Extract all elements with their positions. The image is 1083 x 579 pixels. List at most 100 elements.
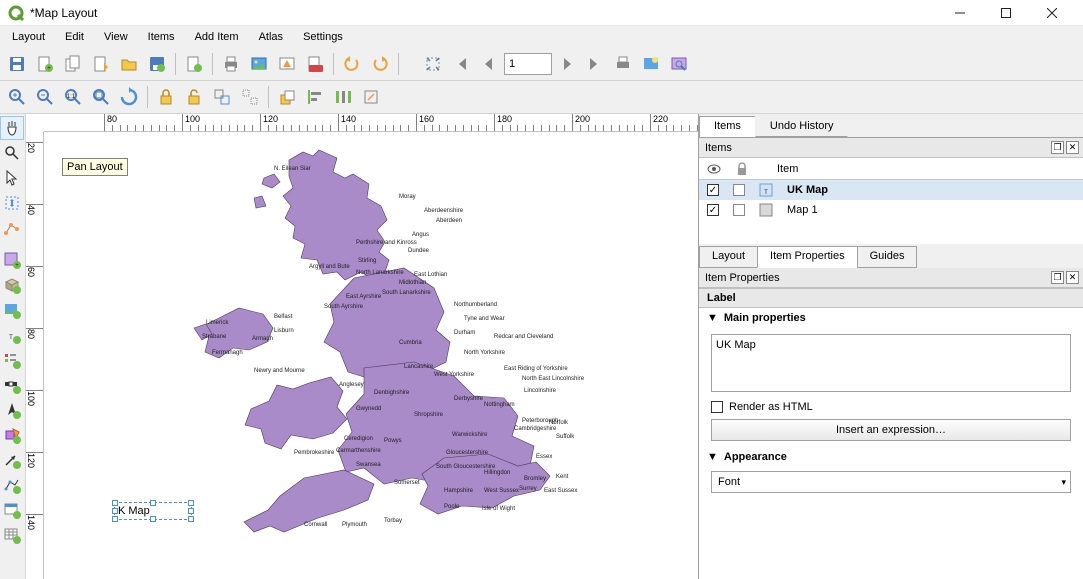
lock-checkbox[interactable] xyxy=(733,204,745,216)
add-north-arrow-tool[interactable] xyxy=(0,398,24,422)
menu-edit[interactable]: Edit xyxy=(57,29,92,45)
print-button[interactable] xyxy=(218,51,244,77)
menu-items[interactable]: Items xyxy=(140,29,183,45)
appearance-group[interactable]: ▼ Appearance xyxy=(699,447,1083,467)
redo-button[interactable] xyxy=(367,51,393,77)
label-text-input[interactable] xyxy=(711,334,1071,392)
visibility-checkbox[interactable]: ✓ xyxy=(707,184,719,196)
undock-icon[interactable]: ❐ xyxy=(1051,141,1064,154)
tab-guides[interactable]: Guides xyxy=(857,246,918,268)
zoom-full-button[interactable] xyxy=(88,84,114,110)
vertical-ruler: 20406080100120140 xyxy=(26,132,44,579)
edit-nodes-tool[interactable] xyxy=(0,216,24,240)
region-label: East Riding of Yorkshire xyxy=(504,366,568,372)
tab-layout[interactable]: Layout xyxy=(699,246,758,268)
zoom-in-button[interactable] xyxy=(4,84,30,110)
fit-layout-button[interactable] xyxy=(420,51,446,77)
move-content-tool[interactable] xyxy=(0,191,24,215)
new-layout-button[interactable]: + xyxy=(32,51,58,77)
prev-page-button[interactable] xyxy=(476,51,502,77)
add-from-template-button[interactable] xyxy=(181,51,207,77)
add-scalebar-tool[interactable] xyxy=(0,373,24,397)
tab-items[interactable]: Items xyxy=(699,116,756,137)
item-row[interactable]: ✓ Map 1 xyxy=(699,200,1083,220)
unlock-button[interactable] xyxy=(181,84,207,110)
region-label: Fermanagh xyxy=(212,350,243,356)
render-html-checkbox[interactable] xyxy=(711,401,723,413)
tab-undo-history[interactable]: Undo History xyxy=(755,116,849,137)
last-page-button[interactable] xyxy=(582,51,608,77)
properties-body: Label ▼ Main properties Render as HTML I… xyxy=(699,288,1083,579)
menu-layout[interactable]: Layout xyxy=(4,29,53,45)
add-legend-tool[interactable] xyxy=(0,348,24,372)
font-selector[interactable]: Font xyxy=(711,471,1071,493)
raise-button[interactable] xyxy=(274,84,300,110)
lock-button[interactable] xyxy=(153,84,179,110)
ungroup-button[interactable] xyxy=(237,84,263,110)
close-button[interactable] xyxy=(1029,0,1075,26)
maximize-button[interactable] xyxy=(983,0,1029,26)
visibility-checkbox[interactable]: ✓ xyxy=(707,204,719,216)
menu-atlas[interactable]: Atlas xyxy=(251,29,291,45)
add-3dmap-tool[interactable] xyxy=(0,273,24,297)
close-panel-icon[interactable]: ✕ xyxy=(1066,271,1079,284)
next-page-button[interactable] xyxy=(554,51,580,77)
add-table-tool[interactable] xyxy=(0,523,24,547)
add-shape-tool[interactable] xyxy=(0,423,24,447)
tab-item-properties[interactable]: Item Properties xyxy=(757,246,858,268)
add-map-tool[interactable]: + xyxy=(0,248,24,272)
region-label: Swansea xyxy=(356,462,381,468)
region-label: Newry and Mourne xyxy=(254,368,305,374)
insert-expression-button[interactable]: Insert an expression… xyxy=(711,419,1071,441)
undo-button[interactable] xyxy=(339,51,365,77)
page-number-input[interactable]: 1 xyxy=(504,53,552,75)
region-label: Aberdeen xyxy=(436,218,462,224)
label-item[interactable]: K Map xyxy=(114,502,192,520)
first-page-button[interactable] xyxy=(448,51,474,77)
main-properties-group[interactable]: ▼ Main properties xyxy=(699,308,1083,328)
atlas-settings-button[interactable] xyxy=(666,51,692,77)
menu-add-item[interactable]: Add Item xyxy=(187,29,247,45)
region-label: Anglesey xyxy=(339,382,364,388)
open-template-button[interactable] xyxy=(116,51,142,77)
item-row[interactable]: ✓ T UK Map xyxy=(699,180,1083,200)
select-tool[interactable] xyxy=(0,166,24,190)
text-icon: T xyxy=(759,183,773,197)
group-button[interactable] xyxy=(209,84,235,110)
zoom-100-button[interactable]: 1:1 xyxy=(60,84,86,110)
region-label: Cumbria xyxy=(399,340,422,346)
minimize-button[interactable] xyxy=(937,0,983,26)
menu-settings[interactable]: Settings xyxy=(295,29,351,45)
export-pdf-button[interactable] xyxy=(302,51,328,77)
region-label: Kent xyxy=(556,474,569,480)
region-label: Essex xyxy=(536,454,552,460)
refresh-button[interactable] xyxy=(116,84,142,110)
layout-manager-button[interactable] xyxy=(88,51,114,77)
duplicate-layout-button[interactable] xyxy=(60,51,86,77)
add-html-tool[interactable] xyxy=(0,498,24,522)
resize-button[interactable] xyxy=(358,84,384,110)
zoom-tool[interactable] xyxy=(0,141,24,165)
undock-icon[interactable]: ❐ xyxy=(1051,271,1064,284)
region-label: East Sussex xyxy=(544,488,577,494)
add-image-tool[interactable] xyxy=(0,298,24,322)
add-label-tool[interactable]: T xyxy=(0,323,24,347)
region-label: South Lanarkshire xyxy=(382,290,431,296)
atlas-print-button[interactable] xyxy=(610,51,636,77)
zoom-out-button[interactable] xyxy=(32,84,58,110)
close-panel-icon[interactable]: ✕ xyxy=(1066,141,1079,154)
lock-checkbox[interactable] xyxy=(733,184,745,196)
layout-canvas[interactable]: Pan Layout xyxy=(44,132,698,579)
pan-tool[interactable] xyxy=(0,116,24,140)
export-svg-button[interactable] xyxy=(274,51,300,77)
align-left-button[interactable] xyxy=(302,84,328,110)
distribute-button[interactable] xyxy=(330,84,356,110)
menu-view[interactable]: View xyxy=(96,29,136,45)
atlas-export-button[interactable] xyxy=(638,51,664,77)
add-node-item-tool[interactable] xyxy=(0,473,24,497)
add-arrow-tool[interactable] xyxy=(0,448,24,472)
export-image-button[interactable] xyxy=(246,51,272,77)
region-label: Norfolk xyxy=(549,420,569,426)
save-template-button[interactable] xyxy=(144,51,170,77)
save-button[interactable] xyxy=(4,51,30,77)
